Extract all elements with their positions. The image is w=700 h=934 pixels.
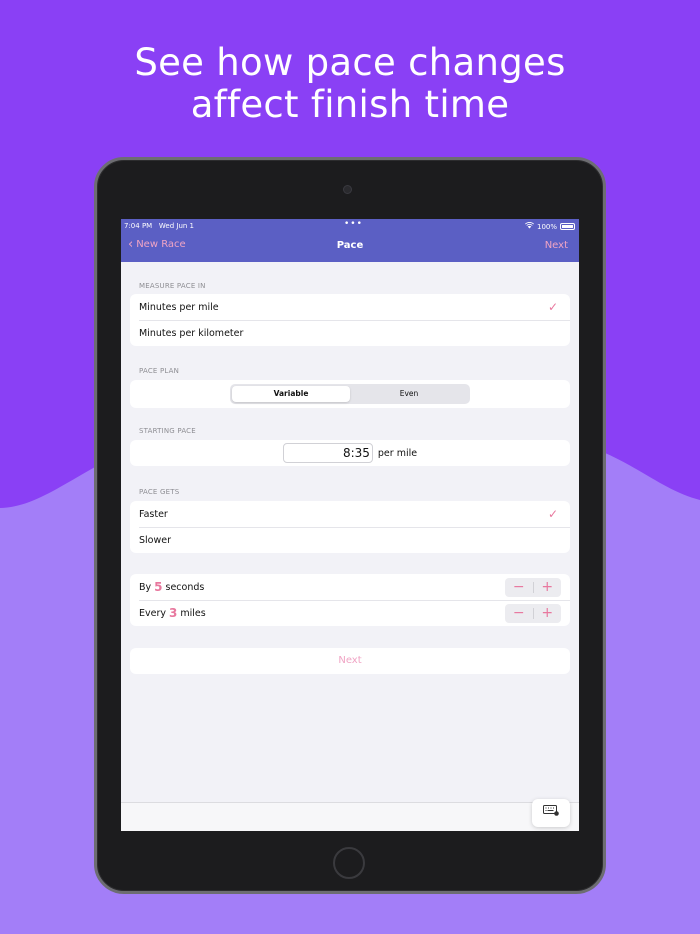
keyboard-icon[interactable] bbox=[532, 799, 570, 827]
headline-line-1: See how pace changes bbox=[134, 41, 566, 84]
option-minutes-per-kilometer[interactable]: Minutes per kilometer bbox=[130, 320, 570, 346]
by-seconds-row: By 5 seconds − + bbox=[130, 574, 570, 600]
keyboard-accessory-bar bbox=[121, 799, 579, 831]
segment-even[interactable]: Even bbox=[350, 386, 468, 402]
battery-percent: 100% bbox=[536, 222, 557, 231]
wifi-icon bbox=[524, 221, 534, 231]
option-minutes-per-mile[interactable]: Minutes per mile ✓ bbox=[130, 294, 570, 320]
checkmark-icon: ✓ bbox=[547, 300, 558, 314]
section-label-pace-gets: PACE GETS bbox=[139, 488, 180, 496]
status-right: 100% bbox=[524, 221, 575, 231]
status-time: 7:04 PM Wed Jun 1 bbox=[124, 222, 195, 230]
headline: See how pace changes affect finish time bbox=[0, 42, 700, 126]
checkmark-icon: ✓ bbox=[547, 507, 558, 521]
miles-stepper: − + bbox=[505, 604, 561, 623]
starting-pace-group: 8:35 per mile bbox=[130, 440, 570, 466]
starting-pace-row: 8:35 per mile bbox=[130, 440, 570, 466]
nav-next-button[interactable]: Next bbox=[545, 240, 568, 251]
option-faster[interactable]: Faster ✓ bbox=[130, 501, 570, 527]
plus-icon[interactable]: + bbox=[534, 604, 562, 623]
navigation-bar: 7:04 PM Wed Jun 1 ••• 100% ‹ New Race Pa… bbox=[121, 219, 579, 262]
headline-line-2: affect finish time bbox=[190, 83, 510, 126]
minus-icon[interactable]: − bbox=[505, 578, 533, 597]
battery-icon bbox=[560, 223, 575, 230]
by-suffix: seconds bbox=[165, 581, 205, 593]
by-value: 5 bbox=[154, 580, 163, 594]
next-button[interactable]: Next bbox=[130, 648, 570, 674]
section-label-starting-pace: STARTING PACE bbox=[139, 427, 196, 435]
seconds-stepper: − + bbox=[505, 578, 561, 597]
camera-icon bbox=[343, 185, 352, 194]
section-label-pace-plan: PACE PLAN bbox=[139, 367, 180, 375]
option-slower[interactable]: Slower bbox=[130, 527, 570, 553]
pace-input[interactable]: 8:35 bbox=[282, 443, 373, 463]
home-button[interactable] bbox=[333, 847, 365, 879]
plus-icon[interactable]: + bbox=[534, 578, 562, 597]
minus-icon[interactable]: − bbox=[505, 604, 533, 623]
measure-group: Minutes per mile ✓ Minutes per kilometer bbox=[130, 294, 570, 346]
option-label: Slower bbox=[139, 534, 172, 546]
every-miles-row: Every 3 miles − + bbox=[130, 600, 570, 626]
pace-plan-group: Variable Even bbox=[130, 380, 570, 408]
option-label: Minutes per mile bbox=[139, 301, 219, 313]
every-value: 3 bbox=[169, 606, 178, 620]
multitasking-dots-icon[interactable]: ••• bbox=[344, 219, 363, 229]
app-screen: 7:04 PM Wed Jun 1 ••• 100% ‹ New Race Pa… bbox=[121, 219, 579, 831]
section-label-measure: MEASURE PACE IN bbox=[139, 282, 206, 290]
every-prefix: Every bbox=[139, 607, 166, 619]
pace-plan-segmented-control: Variable Even bbox=[230, 384, 470, 404]
pace-unit-label: per mile bbox=[377, 447, 418, 459]
page-title: Pace bbox=[336, 240, 364, 251]
status-bar: 7:04 PM Wed Jun 1 ••• 100% bbox=[124, 219, 575, 234]
adjust-group: By 5 seconds − + Every 3 miles − + bbox=[130, 574, 570, 626]
segment-variable[interactable]: Variable bbox=[232, 386, 350, 402]
by-prefix: By bbox=[139, 581, 152, 593]
option-label: Minutes per kilometer bbox=[139, 327, 244, 339]
pace-gets-group: Faster ✓ Slower bbox=[130, 501, 570, 553]
every-suffix: miles bbox=[180, 607, 206, 619]
option-label: Faster bbox=[139, 508, 168, 520]
